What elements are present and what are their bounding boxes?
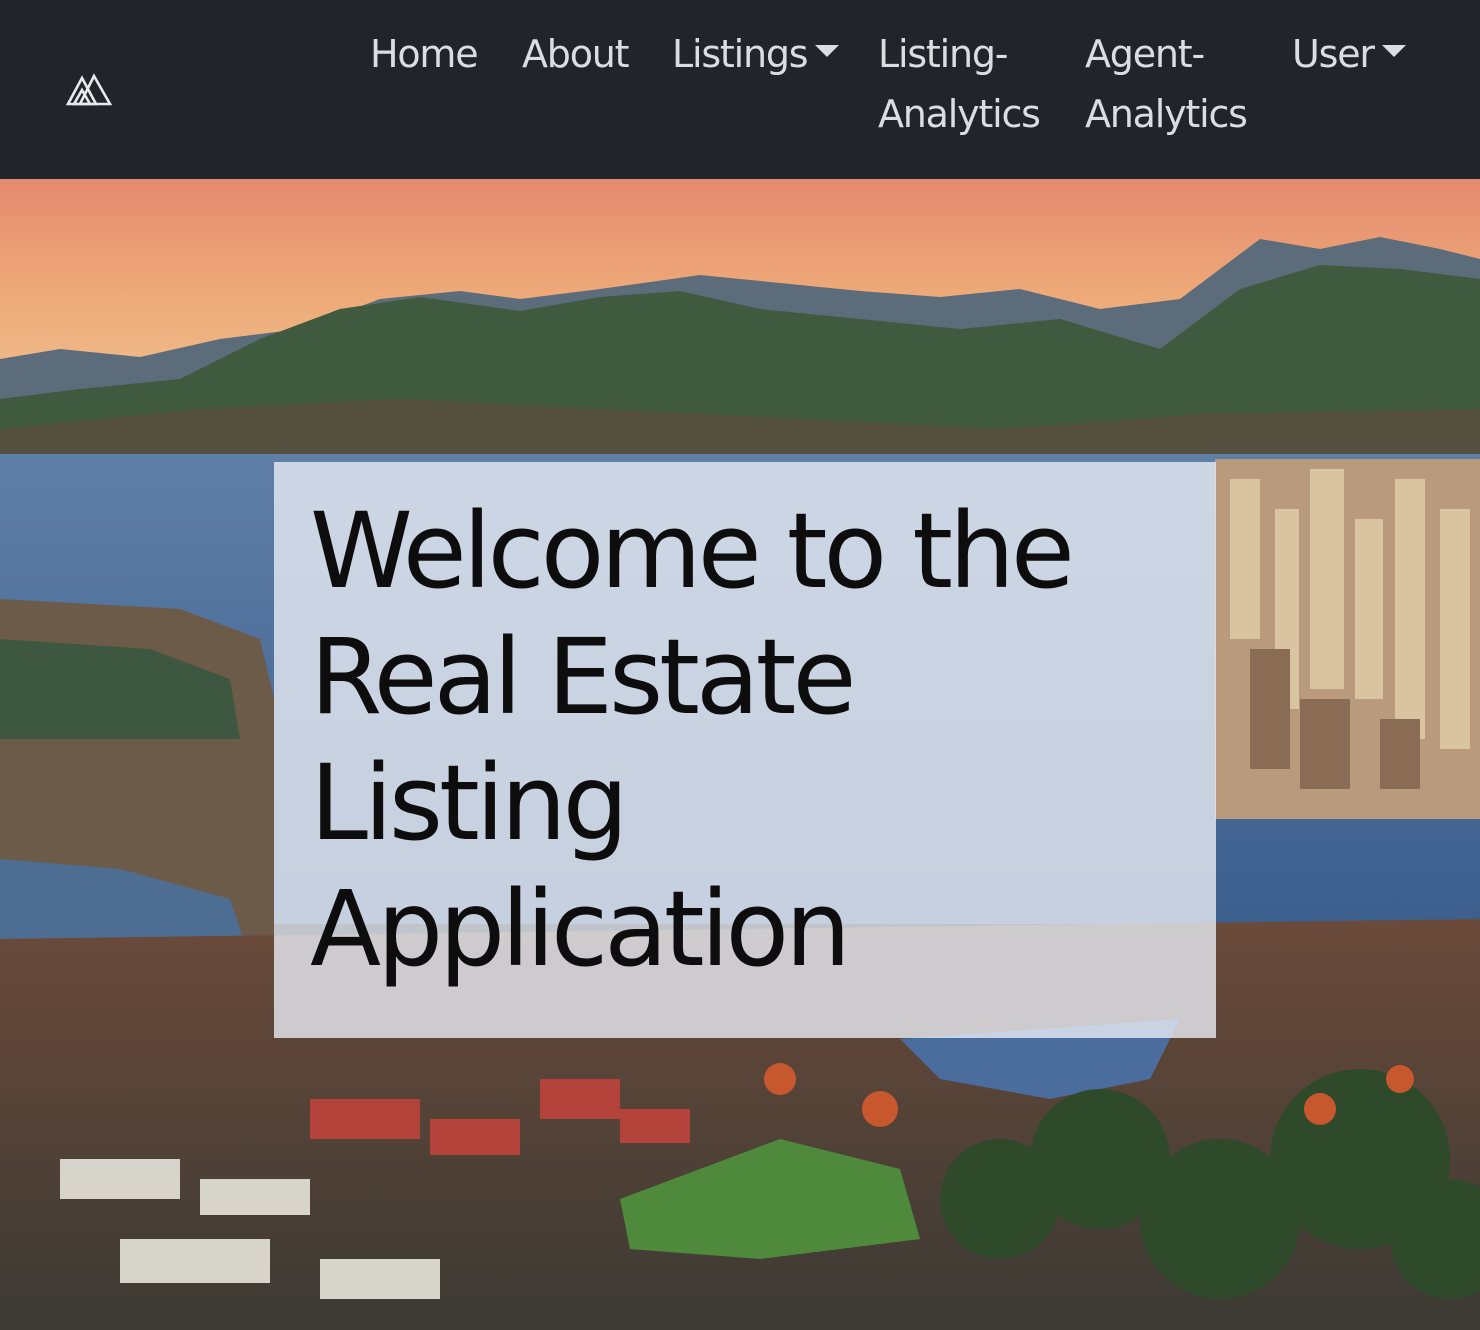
nav-listings-dropdown[interactable]: Listings [672,24,840,84]
brand-logo-icon[interactable] [64,70,113,108]
nav-listing-analytics-line2: Analytics [878,92,1041,136]
nav-agent-analytics-line1: Agent- [1085,32,1205,76]
chevron-down-icon [815,44,840,57]
nav-listing-analytics-line1: Listing- [878,32,1009,76]
nav-agent-analytics-link[interactable]: Agent- Analytics [1085,24,1248,144]
nav-about-link[interactable]: About [522,24,630,84]
nav-agent-analytics-line2: Analytics [1085,92,1248,136]
nav-user-dropdown[interactable]: User [1292,24,1406,84]
nav-home-link[interactable]: Home [370,24,479,84]
top-navbar: Home About Listings Listing- Analytics A… [0,0,1480,179]
nav-listing-analytics-link[interactable]: Listing- Analytics [878,24,1041,144]
nav-listings-label: Listings [672,32,809,76]
welcome-panel: Welcome to the Real Estate Listing Appli… [274,462,1216,1038]
chevron-down-icon [1381,44,1406,57]
welcome-title: Welcome to the Real Estate Listing Appli… [310,490,1075,990]
nav-user-label: User [1292,32,1375,76]
